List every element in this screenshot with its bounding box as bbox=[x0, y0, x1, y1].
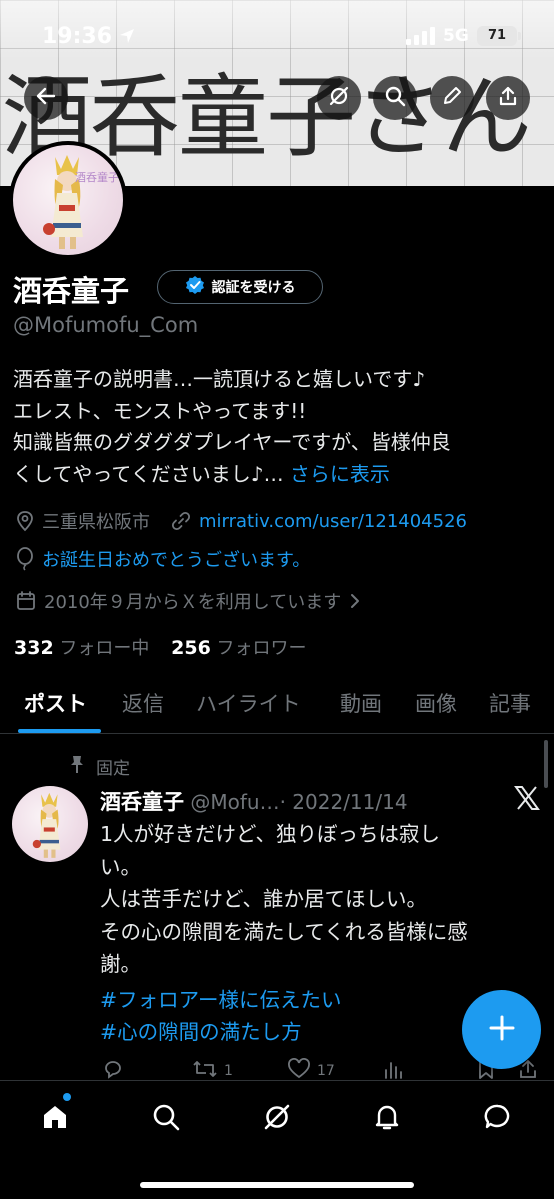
post-author-name[interactable]: 酒呑童子 bbox=[100, 790, 184, 814]
joined-date: 2010年９月からＸを利用しています bbox=[44, 592, 342, 613]
plus-icon bbox=[487, 1013, 517, 1047]
post-author-avatar[interactable] bbox=[12, 786, 88, 862]
post-header: 酒呑童子 @Mofu…· 2022/11/14 bbox=[100, 786, 408, 816]
notification-dot bbox=[63, 1093, 71, 1101]
grok-button[interactable] bbox=[317, 76, 361, 120]
grok-icon bbox=[328, 85, 350, 111]
search-icon bbox=[151, 1102, 181, 1136]
battery-icon: 71 bbox=[477, 26, 517, 46]
nav-grok[interactable] bbox=[257, 1099, 297, 1139]
edit-button[interactable] bbox=[430, 76, 474, 120]
search-icon bbox=[384, 85, 406, 111]
status-time: 19:36 bbox=[42, 24, 113, 49]
nav-messages[interactable] bbox=[478, 1099, 518, 1139]
post-date[interactable]: · 2022/11/14 bbox=[280, 790, 408, 814]
x-logo-icon bbox=[514, 786, 540, 814]
tab-highlights[interactable]: ハイライト bbox=[196, 688, 301, 718]
active-tab-indicator bbox=[18, 729, 101, 733]
hashtag-link[interactable]: #フォロアー様に伝えたい bbox=[100, 983, 341, 1013]
share-button[interactable] bbox=[486, 76, 530, 120]
tab-images[interactable]: 画像 bbox=[415, 688, 457, 718]
profile-bio: 酒呑童子の説明書…一読頂けると嬉しいです♪ エレスト、モンストやってます!! 知… bbox=[13, 364, 543, 490]
avatar-character-illustration bbox=[32, 792, 61, 858]
status-bar: 19:36 5G 71 bbox=[0, 0, 554, 60]
tab-replies[interactable]: 返信 bbox=[122, 688, 164, 718]
following-count: 332 bbox=[14, 637, 54, 659]
compose-post-button[interactable] bbox=[462, 990, 541, 1069]
balloon-icon bbox=[15, 547, 35, 571]
share-icon bbox=[497, 85, 519, 111]
profile-website-link[interactable]: mirrativ.com/user/121404526 bbox=[199, 511, 467, 532]
avatar-character-illustration bbox=[43, 155, 83, 249]
calendar-icon bbox=[15, 590, 37, 612]
avatar-label: 酒呑童子 bbox=[75, 171, 119, 184]
tab-articles[interactable]: 記事 bbox=[489, 688, 531, 718]
profile-display-name: 酒呑童子 bbox=[13, 274, 130, 308]
profile-birthday-row: お誕生日おめでとうございます。 bbox=[15, 546, 310, 572]
follow-stats: 332 フォロー中 256 フォロワー bbox=[14, 634, 307, 660]
get-verified-button[interactable]: 認証を受ける bbox=[157, 270, 323, 304]
profile-joined-row[interactable]: 2010年９月からＸを利用しています bbox=[15, 588, 368, 614]
following-link[interactable]: 332 フォロー中 bbox=[14, 637, 150, 659]
profile-avatar[interactable]: 酒呑童子 bbox=[9, 141, 127, 259]
location-pin-icon bbox=[15, 510, 35, 532]
chat-bubble-icon bbox=[483, 1102, 513, 1136]
profile-location: 三重県松阪市 bbox=[42, 512, 150, 533]
show-more-link[interactable]: さらに表示 bbox=[290, 462, 390, 486]
chevron-right-icon bbox=[349, 592, 361, 610]
get-verified-label: 認証を受ける bbox=[211, 280, 296, 296]
profile-handle: @Mofumofu_Com bbox=[13, 313, 199, 337]
battery-tip bbox=[518, 32, 521, 40]
nav-home[interactable] bbox=[35, 1099, 75, 1139]
pencil-icon bbox=[441, 85, 463, 111]
avatar-image: 酒呑童子 bbox=[13, 145, 123, 255]
post-author-handle: @Mofu… bbox=[190, 790, 280, 814]
repost-count: 1 bbox=[224, 1063, 233, 1079]
pinned-label: 固定 bbox=[96, 759, 130, 779]
location-arrow-icon bbox=[118, 27, 136, 49]
search-button[interactable] bbox=[373, 76, 417, 120]
bell-icon bbox=[372, 1102, 402, 1136]
post-text: 1人が好きだけど、独りぼっちは寂し い。 人は苦手だけど、誰か居てほしい。 その… bbox=[100, 822, 468, 976]
tab-posts[interactable]: ポスト bbox=[24, 688, 87, 718]
hashtag-link[interactable]: #心の隙間の満たし方 bbox=[100, 1015, 302, 1045]
nav-notifications[interactable] bbox=[367, 1099, 407, 1139]
grok-icon bbox=[262, 1102, 292, 1136]
verified-badge-icon bbox=[185, 275, 205, 299]
arrow-left-icon bbox=[35, 85, 57, 111]
birthday-message: お誕生日おめでとうございます。 bbox=[42, 550, 311, 571]
followers-label: フォロワー bbox=[216, 638, 307, 659]
back-button[interactable] bbox=[24, 76, 68, 120]
nav-search[interactable] bbox=[146, 1099, 186, 1139]
tab-videos[interactable]: 動画 bbox=[340, 688, 382, 718]
cellular-signal-icon bbox=[406, 27, 436, 49]
following-label: フォロー中 bbox=[59, 638, 150, 659]
pinned-indicator: 固定 bbox=[68, 754, 130, 779]
network-type: 5G bbox=[443, 26, 469, 46]
profile-meta-row: 三重県松阪市 mirrativ.com/user/121404526 bbox=[15, 508, 467, 534]
profile-tabs: ポスト 返信 ハイライト 動画 画像 記事 bbox=[0, 674, 554, 734]
pin-icon bbox=[68, 754, 86, 779]
like-count: 17 bbox=[317, 1063, 335, 1079]
home-indicator bbox=[140, 1182, 414, 1188]
home-icon bbox=[40, 1102, 70, 1136]
scrollbar[interactable] bbox=[544, 740, 548, 788]
followers-link[interactable]: 256 フォロワー bbox=[171, 637, 307, 659]
link-icon bbox=[170, 510, 192, 532]
followers-count: 256 bbox=[171, 637, 211, 659]
